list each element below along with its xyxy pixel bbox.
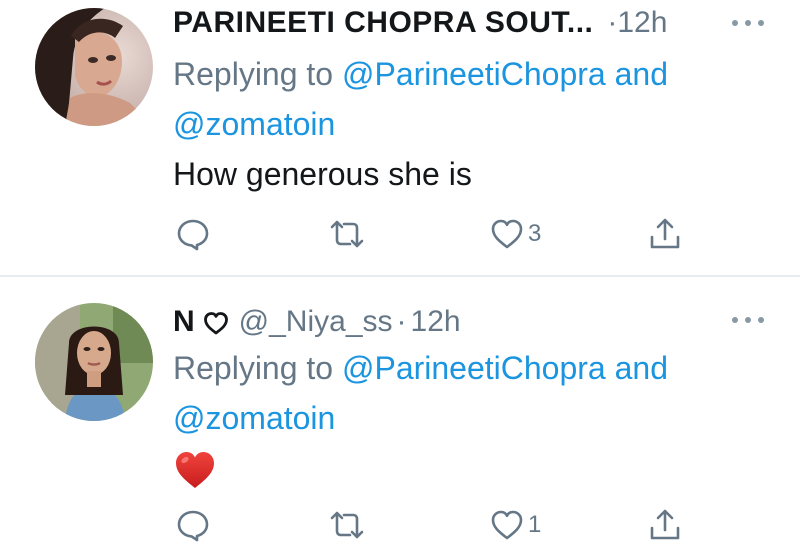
timestamp[interactable]: 12h <box>617 6 667 40</box>
reply-button[interactable] <box>176 214 210 254</box>
mention-link[interactable]: @ParineetiChopra <box>342 350 606 386</box>
avatar-image <box>35 303 153 421</box>
like-button[interactable]: 1 <box>490 505 541 545</box>
tweet-1[interactable]: PARINEETI CHOPRA SOUT... · 12h Replying … <box>0 0 800 276</box>
like-count: 1 <box>528 511 542 538</box>
share-icon <box>650 509 680 540</box>
share-button[interactable] <box>648 505 682 545</box>
retweet-button[interactable] <box>328 214 366 254</box>
red-heart-emoji <box>176 452 214 488</box>
avatar[interactable] <box>35 303 153 421</box>
tweet-header: N @_Niya_ss · 12h <box>173 302 461 342</box>
separator-dot: · <box>607 6 618 39</box>
separator-dot: · <box>396 305 407 338</box>
replying-to-label: Replying to <box>173 350 334 386</box>
replying-and: and <box>614 56 668 92</box>
replying-to: Replying to @ParineetiChopra and @zomato… <box>173 49 753 149</box>
tweet-text: How generous she is <box>173 156 472 192</box>
timestamp[interactable]: 12h <box>411 305 461 339</box>
tweet-actions: 1 <box>172 505 712 549</box>
tweet-2[interactable]: N @_Niya_ss · 12h Replying to @Parineeti… <box>0 277 800 553</box>
tweet-header: PARINEETI CHOPRA SOUT... · 12h <box>173 3 667 43</box>
like-heart-icon <box>491 219 523 249</box>
replying-and: and <box>614 350 668 386</box>
display-name[interactable]: PARINEETI CHOPRA SOUT... <box>173 6 593 40</box>
like-count: 3 <box>528 220 542 247</box>
replying-to-label: Replying to <box>173 56 334 92</box>
mention-link[interactable]: @zomatoin <box>173 106 335 142</box>
user-handle[interactable]: @_Niya_ss <box>239 305 393 339</box>
more-options-icon[interactable] <box>732 315 766 325</box>
more-options-icon[interactable] <box>732 18 766 28</box>
tweet-actions: 3 <box>172 214 712 258</box>
like-heart-icon <box>491 510 523 540</box>
retweet-button[interactable] <box>328 505 366 545</box>
reply-icon <box>177 219 209 251</box>
heart-outline-icon <box>203 312 228 335</box>
share-button[interactable] <box>648 214 682 254</box>
mention-link[interactable]: @ParineetiChopra <box>342 56 606 92</box>
display-name[interactable]: N <box>173 305 195 339</box>
reply-button[interactable] <box>176 505 210 545</box>
mention-link[interactable]: @zomatoin <box>173 400 335 436</box>
replying-to: Replying to @ParineetiChopra and @zomato… <box>173 343 753 443</box>
retweet-icon <box>330 511 364 539</box>
avatar[interactable] <box>35 8 153 126</box>
reply-icon <box>177 510 209 542</box>
like-button[interactable]: 3 <box>490 214 541 254</box>
share-icon <box>650 218 680 249</box>
avatar-image <box>35 8 153 126</box>
retweet-icon <box>330 220 364 248</box>
